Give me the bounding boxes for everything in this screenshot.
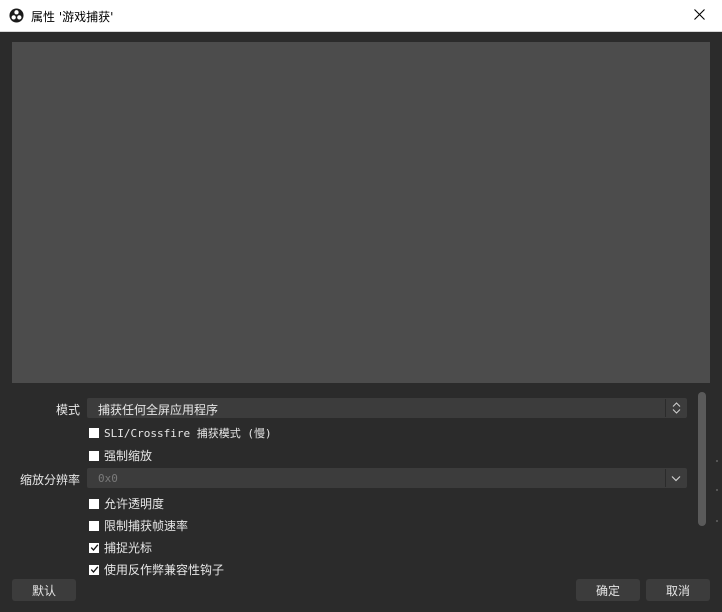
force-scaling-label: 强制缩放 <box>104 449 153 463</box>
close-icon <box>693 8 705 23</box>
scale-resolution-combo: 0x0 <box>87 468 687 488</box>
allow-transparency-checkbox[interactable]: 允许透明度 <box>89 495 164 512</box>
scale-resolution-label: 缩放分辨率 <box>19 473 80 487</box>
resize-grip-dot <box>716 460 718 462</box>
chevron-down-icon <box>665 469 686 487</box>
force-scaling-checkbox[interactable]: 强制缩放 <box>89 447 152 464</box>
obs-logo-icon <box>9 8 24 23</box>
checkbox-box <box>89 520 99 531</box>
mode-select[interactable]: 捕获任何全屏应用程序 <box>87 398 687 418</box>
anticheat-hook-checkbox[interactable]: 使用反作弊兼容性钩子 <box>89 561 224 578</box>
checkbox-box <box>89 498 99 509</box>
cancel-button[interactable]: 取消 <box>646 579 710 601</box>
checkbox-box-checked <box>89 564 99 575</box>
resize-grip-dot <box>716 489 718 491</box>
capture-cursor-checkbox[interactable]: 捕捉光标 <box>89 539 152 556</box>
checkbox-box <box>89 428 99 438</box>
mode-label: 模式 <box>55 403 80 417</box>
properties-scrollbar[interactable] <box>698 392 706 526</box>
checkmark-icon <box>90 544 98 551</box>
anticheat-hook-label: 使用反作弊兼容性钩子 <box>104 563 225 577</box>
title-bar: 属性 '游戏捕获' <box>0 0 722 32</box>
updown-arrows-icon <box>665 399 686 417</box>
sli-crossfire-label: SLI/Crossfire 捕获模式 (慢) <box>104 427 272 440</box>
resize-grip-dot <box>716 520 718 522</box>
checkbox-box <box>89 450 99 461</box>
capture-cursor-label: 捕捉光标 <box>104 541 153 555</box>
window-title: 属性 '游戏捕获' <box>31 10 114 24</box>
mode-select-value: 捕获任何全屏应用程序 <box>98 403 219 417</box>
limit-framerate-label: 限制捕获帧速率 <box>104 519 189 533</box>
allow-transparency-label: 允许透明度 <box>104 497 165 511</box>
ok-button[interactable]: 确定 <box>576 579 640 601</box>
limit-framerate-checkbox[interactable]: 限制捕获帧速率 <box>89 517 188 534</box>
checkbox-box-checked <box>89 542 99 553</box>
scale-resolution-value: 0x0 <box>98 472 118 485</box>
source-preview <box>12 42 710 383</box>
sli-crossfire-checkbox[interactable]: SLI/Crossfire 捕获模式 (慢) <box>89 425 272 441</box>
checkmark-icon <box>90 566 98 573</box>
defaults-button[interactable]: 默认 <box>12 579 76 601</box>
close-button[interactable] <box>676 0 722 31</box>
